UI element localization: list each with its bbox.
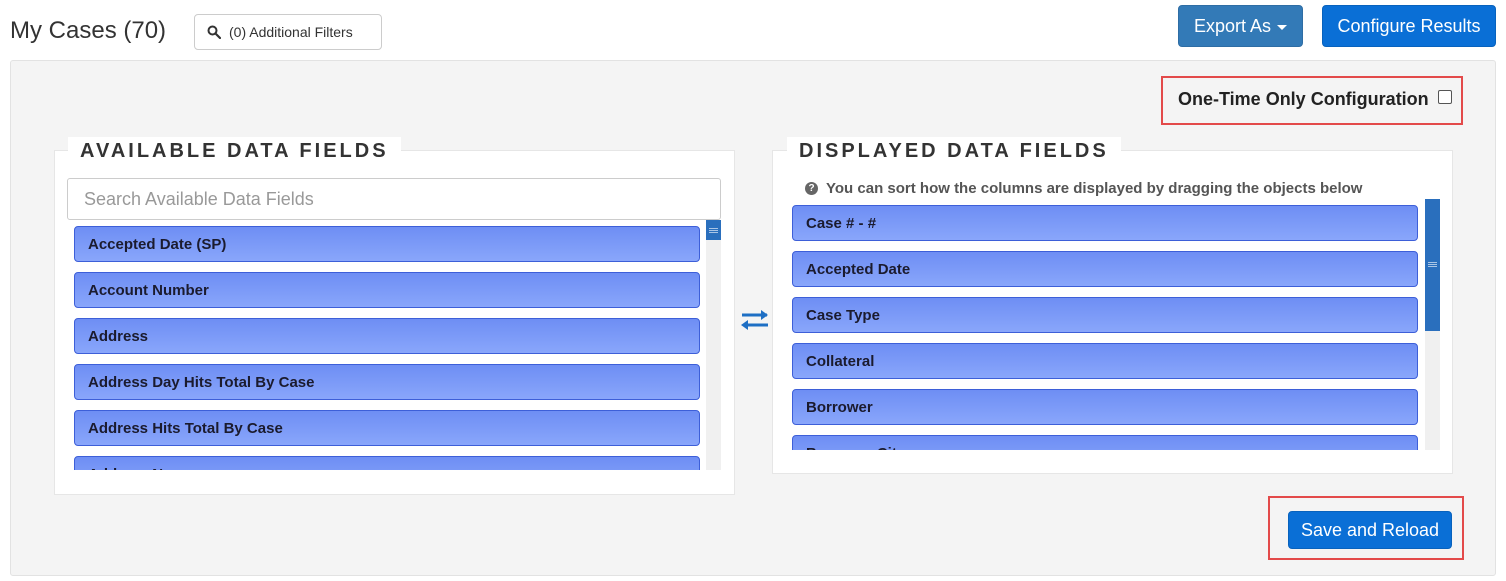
available-fields-legend: AVAILABLE DATA FIELDS [68,137,401,165]
sort-hint-text: You can sort how the columns are display… [826,180,1363,197]
additional-filters-label: (0) Additional Filters [229,24,353,40]
displayed-field-item[interactable]: Borrower [792,389,1418,425]
available-fields-list: Accepted Date (SP) Account Number Addres… [74,222,702,470]
configure-results-label: Configure Results [1337,15,1481,36]
search-available-fields-input[interactable] [67,178,721,220]
displayed-fields-scroll-thumb[interactable] [1425,199,1440,331]
available-field-item[interactable]: Address Hits Total By Case [74,410,700,446]
additional-filters-button[interactable]: (0) Additional Filters [194,14,382,50]
search-icon [207,25,221,39]
configure-results-button[interactable]: Configure Results [1322,5,1496,47]
available-field-item[interactable]: Address Day Hits Total By Case [74,364,700,400]
swap-arrows-icon [741,310,768,330]
one-time-config-label: One-Time Only Configuration [1178,89,1429,109]
available-fields-scroll-thumb[interactable] [706,220,721,240]
save-and-reload-button[interactable]: Save and Reload [1288,511,1452,549]
displayed-field-item[interactable]: Borrower City [792,435,1418,450]
question-circle-icon: ? [805,182,818,195]
available-field-item[interactable]: Address [74,318,700,354]
displayed-field-item[interactable]: Accepted Date [792,251,1418,287]
export-as-label: Export As [1193,15,1272,36]
displayed-field-item[interactable]: Case # - # [792,205,1418,241]
displayed-field-item[interactable]: Case Type [792,297,1418,333]
displayed-fields-list: Case # - # Accepted Date Case Type Colla… [792,204,1420,450]
sort-hint: ? You can sort how the columns are displ… [805,180,1362,197]
available-fields-scrollbar[interactable] [706,220,721,470]
available-field-item[interactable]: Accepted Date (SP) [74,226,700,262]
top-bar: My Cases (70) (0) Additional Filters Exp… [0,0,1506,60]
displayed-fields-legend: DISPLAYED DATA FIELDS [787,137,1121,165]
one-time-config-checkbox[interactable] [1438,90,1452,104]
displayed-field-item[interactable]: Collateral [792,343,1418,379]
export-as-button[interactable]: Export As [1178,5,1303,47]
save-and-reload-label: Save and Reload [1300,519,1440,540]
available-field-item[interactable]: Account Number [74,272,700,308]
caret-down-icon [1277,24,1288,30]
available-field-item[interactable]: Address Name [74,456,700,470]
page-title: My Cases (70) [10,17,167,44]
